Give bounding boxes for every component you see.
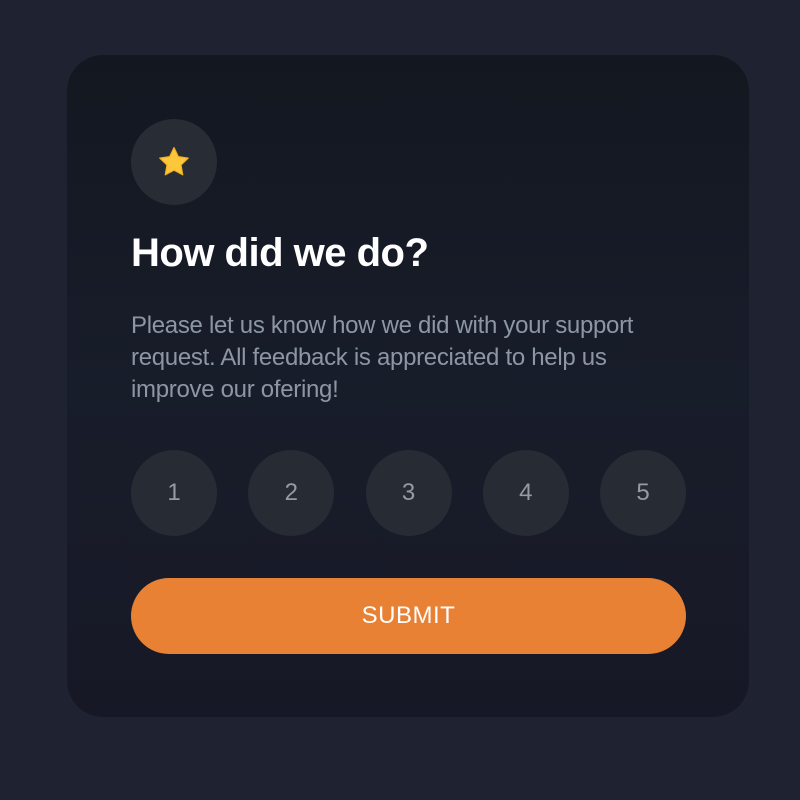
rating-option-4[interactable]: 4 — [482, 450, 569, 536]
rating-card: How did we do? Please let us know how we… — [67, 55, 749, 717]
rating-option-1[interactable]: 1 — [131, 450, 217, 536]
rating-option-2[interactable]: 2 — [248, 450, 335, 536]
rating-options: 1 2 3 4 5 — [131, 450, 686, 536]
card-description: Please let us know how we did with your … — [131, 312, 634, 403]
rating-option-5[interactable]: 5 — [600, 450, 686, 536]
star-badge — [131, 119, 217, 205]
star-icon — [159, 146, 189, 176]
submit-button[interactable]: SUBMIT — [131, 578, 686, 654]
card-title: How did we do? — [131, 231, 429, 275]
rating-option-3[interactable]: 3 — [365, 450, 452, 536]
